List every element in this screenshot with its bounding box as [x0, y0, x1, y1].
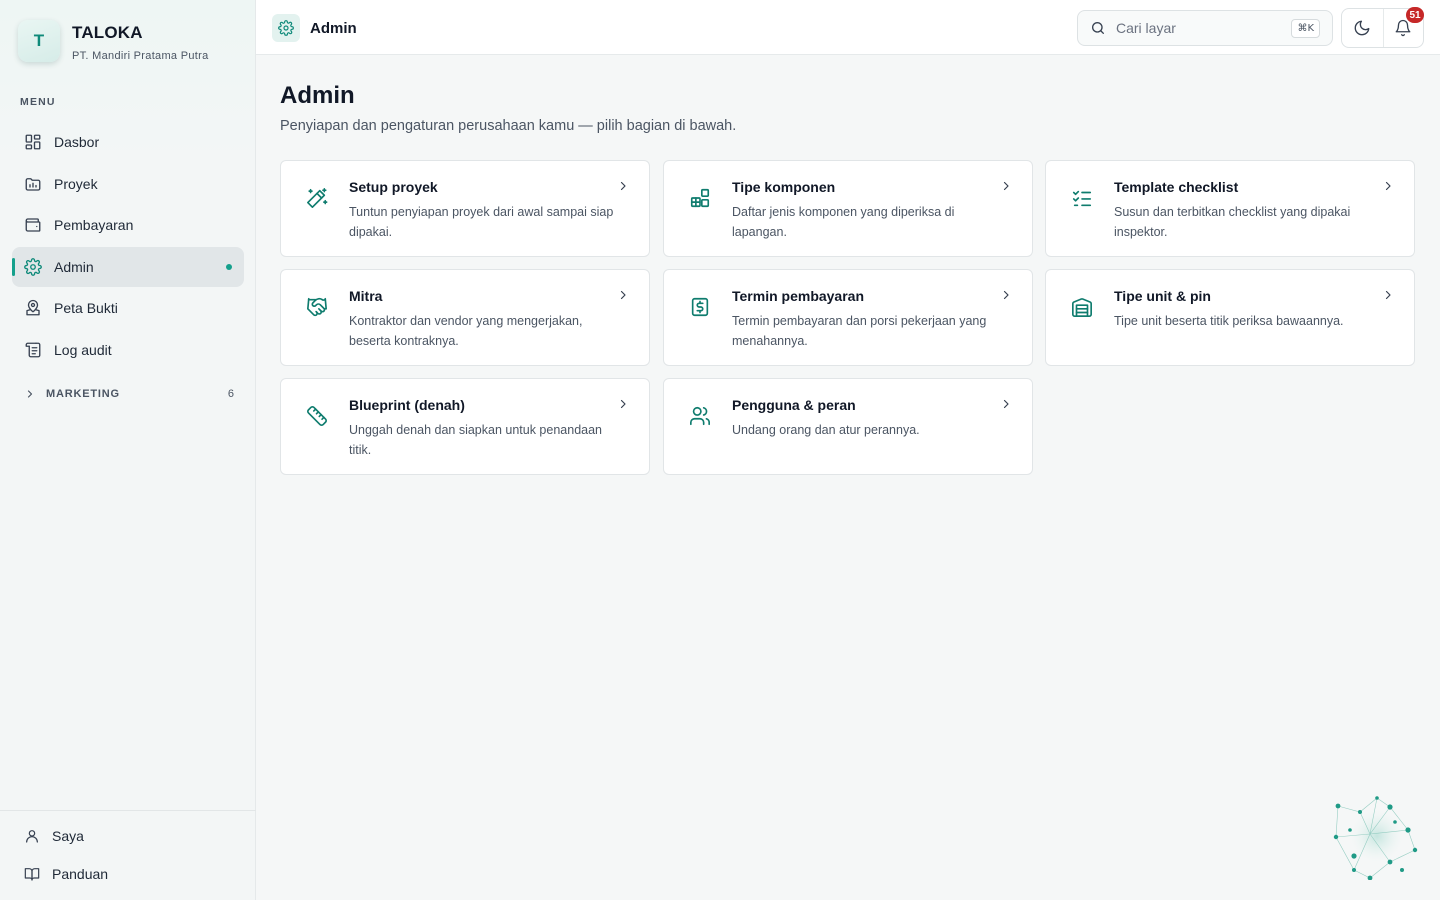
gear-icon [24, 257, 42, 276]
sidebar-item-log-audit[interactable]: Log audit [12, 330, 244, 370]
chevron-right-icon [1000, 180, 1012, 192]
sidebar-item-admin[interactable]: Admin [12, 246, 244, 287]
card-title: Mitra [349, 288, 383, 304]
page-subtitle: Penyiapan dan pengaturan perusahaan kamu… [280, 118, 737, 134]
card-title: Termin pembayaran [732, 288, 865, 304]
notifications-button[interactable]: 51 [1382, 7, 1424, 47]
card-description: Termin pembayaran dan porsi pekerjaan ya… [732, 314, 987, 348]
sidebar-nav: Dasbor Proyek Pembayaran Admin Peta Bukt… [12, 122, 244, 371]
card-description: Tipe unit beserta titik periksa bawaanny… [1114, 314, 1344, 328]
sidebar-item-label: Proyek [54, 175, 98, 192]
sidebar-item-label: Saya [52, 828, 84, 844]
gear-icon [272, 14, 300, 42]
map-pin-icon [24, 299, 42, 317]
network-graphic [1330, 790, 1420, 880]
brand-name: TALOKA [72, 23, 143, 42]
sidebar-item-dasbor[interactable]: Dasbor [12, 122, 244, 162]
card-title: Template checklist [1114, 179, 1239, 195]
card-description: Daftar jenis komponen yang diperiksa di … [732, 205, 955, 239]
chevron-right-icon [617, 180, 629, 192]
card-description: Kontraktor dan vendor yang mengerjakan, … [349, 314, 583, 348]
card-template-checklist[interactable]: Template checklist Susun dan terbitkan c… [1045, 160, 1415, 257]
notification-badge: 51 [1406, 7, 1424, 23]
sidebar-item-label: Panduan [52, 866, 109, 882]
ruler-icon [306, 405, 328, 427]
card-tipe-unit-pin[interactable]: Tipe unit & pin Tipe unit beserta titik … [1045, 269, 1415, 366]
folder-icon [24, 175, 42, 193]
sidebar-item-label: Log audit [54, 341, 112, 358]
brand-logo: T [18, 20, 60, 62]
topbar: Admin Cari layar ⌘K 51 [256, 0, 1440, 55]
sidebar-item-label: Dasbor [54, 134, 100, 150]
card-setup-proyek[interactable]: Setup proyek Tuntun penyiapan proyek dar… [280, 160, 650, 257]
menu-heading: MENU [20, 96, 56, 108]
components-icon [689, 187, 711, 209]
card-title: Tipe unit & pin [1114, 288, 1211, 304]
card-termin-pembayaran[interactable]: Termin pembayaran Termin pembayaran dan … [663, 269, 1033, 366]
active-indicator-dot [226, 263, 232, 270]
card-mitra[interactable]: Mitra Kontraktor dan vendor yang mengerj… [280, 269, 650, 366]
dashboard-icon [24, 133, 42, 151]
chevron-right-icon [1382, 180, 1394, 192]
receipt-dollar-icon [689, 296, 711, 318]
sidebar: T TALOKA PT. Mandiri Pratama Putra MENU … [0, 0, 256, 900]
search-placeholder: Cari layar [1116, 20, 1176, 36]
search-input[interactable]: Cari layar ⌘K [1077, 10, 1333, 46]
sidebar-item-panduan[interactable]: Panduan [24, 864, 108, 884]
chevron-right-icon [1000, 289, 1012, 301]
sidebar-item-pembayaran[interactable]: Pembayaran [12, 205, 244, 245]
book-icon [24, 866, 40, 882]
card-blueprint-denah[interactable]: Blueprint (denah) Unggah denah dan siapk… [280, 378, 650, 475]
chevron-right-icon [24, 388, 36, 400]
sidebar-item-saya[interactable]: Saya [24, 826, 84, 846]
topbar-title: Admin [310, 19, 357, 37]
theme-toggle-button[interactable] [1342, 9, 1383, 47]
chevron-right-icon [617, 289, 629, 301]
users-icon [689, 405, 711, 427]
brand-text: TALOKA PT. Mandiri Pratama Putra [72, 23, 209, 62]
checklist-icon [1071, 187, 1093, 209]
group-count: 6 [227, 388, 234, 400]
moon-icon [1353, 19, 1371, 37]
card-title: Pengguna & peran [732, 397, 856, 413]
chevron-right-icon [617, 398, 629, 410]
search-shortcut: ⌘K [1291, 18, 1320, 38]
sidebar-item-label: Peta Bukti [54, 300, 118, 316]
group-label: MARKETING [46, 388, 120, 400]
card-description: Undang orang dan atur perannya. [732, 423, 920, 437]
card-tipe-komponen[interactable]: Tipe komponen Daftar jenis komponen yang… [663, 160, 1033, 257]
card-title: Blueprint (denah) [349, 397, 465, 413]
user-icon [24, 828, 40, 844]
card-title: Setup proyek [349, 179, 438, 195]
card-description: Unggah denah dan siapkan untuk penandaan… [349, 423, 602, 457]
search-icon [1090, 20, 1106, 36]
card-description: Susun dan terbitkan checklist yang dipak… [1114, 205, 1351, 239]
breadcrumb: Admin [272, 14, 357, 42]
topbar-actions: 51 [1341, 7, 1424, 48]
card-pengguna-peran[interactable]: Pengguna & peran Undang orang dan atur p… [663, 378, 1033, 475]
chevron-right-icon [1000, 398, 1012, 410]
handshake-icon [306, 296, 328, 318]
wallet-icon [24, 216, 42, 234]
log-icon [24, 341, 42, 359]
warehouse-icon [1071, 296, 1093, 318]
chevron-right-icon [1382, 289, 1394, 301]
marketing-group-toggle[interactable]: MARKETING 6 [24, 386, 234, 402]
brand[interactable]: T TALOKA PT. Mandiri Pratama Putra [18, 20, 209, 62]
sidebar-item-label: Pembayaran [54, 217, 134, 233]
page-title: Admin [280, 82, 355, 109]
company-name: PT. Mandiri Pratama Putra [72, 50, 209, 62]
sidebar-item-proyek[interactable]: Proyek [12, 164, 244, 204]
card-title: Tipe komponen [732, 179, 836, 195]
card-description: Tuntun penyiapan proyek dari awal sampai… [349, 205, 614, 239]
sidebar-divider [0, 810, 256, 811]
sidebar-item-peta-bukti[interactable]: Peta Bukti [12, 288, 244, 328]
magic-wand-icon [306, 187, 328, 209]
sidebar-item-label: Admin [54, 258, 94, 275]
